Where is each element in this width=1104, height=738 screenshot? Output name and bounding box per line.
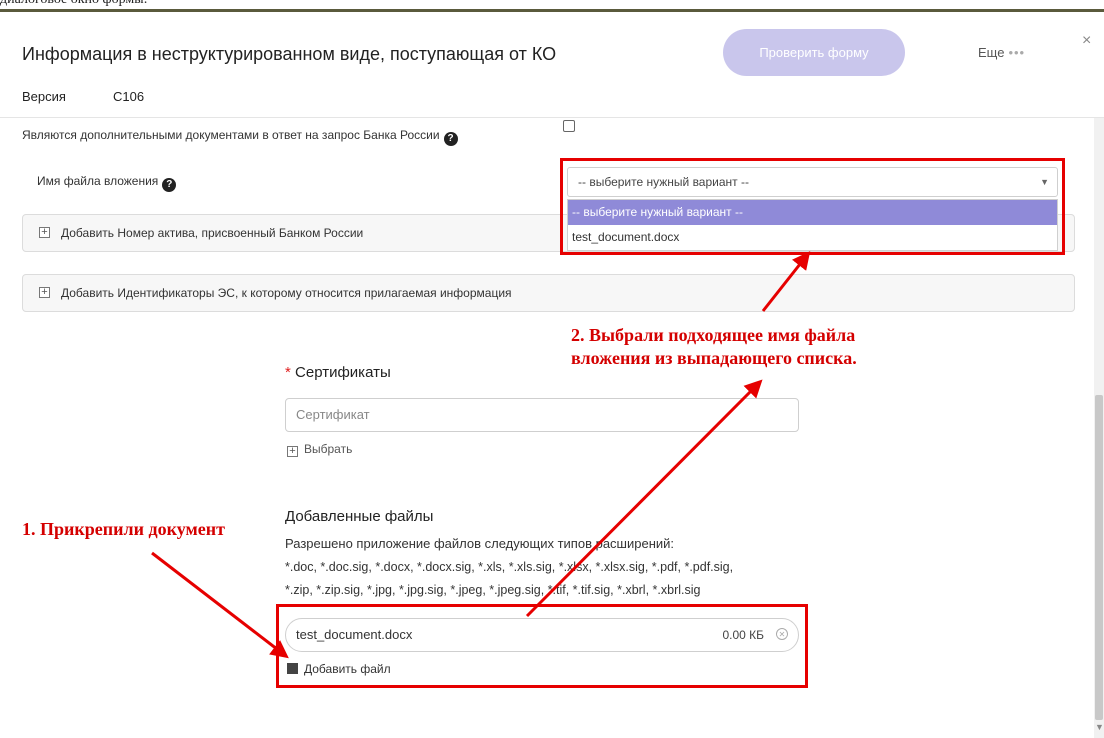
- annotation-arrows: [151, 251, 811, 659]
- arrow-step-2-to-dropdown: [761, 251, 811, 312]
- arrow-step-1-to-file: [151, 551, 289, 659]
- arrow-file-to-step-2: [525, 379, 763, 618]
